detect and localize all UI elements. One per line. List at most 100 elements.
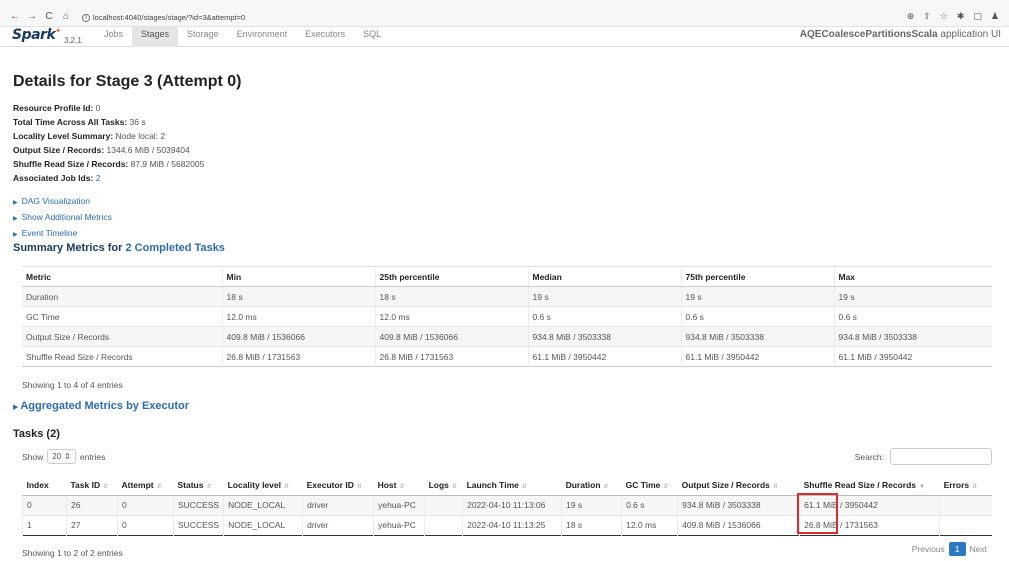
col-25th[interactable]: 25th percentile [374,266,528,287]
tab-sql[interactable]: SQL [354,27,390,47]
table-cell: Duration [22,286,222,307]
bookmark-star-icon[interactable]: ☆ [940,11,948,22]
page-1-button[interactable]: 1 [948,542,966,556]
col-duration[interactable]: Duration ⇵ [561,475,622,496]
expand-arrow-icon: ▶ [13,216,18,222]
table-cell: GC Time [22,306,222,327]
summary-header-row: Metric Min 25th percentile Median 75th p… [22,266,992,287]
table-row: Duration 18 s 18 s 19 s 19 s 19 s [22,286,992,307]
col-status[interactable]: Status ⇵ [173,475,224,496]
page-title: Details for Stage 3 (Attempt 0) [13,73,242,90]
tasks-showing: Showing 1 to 2 of 2 entries [22,548,123,558]
back-icon[interactable]: ← [10,11,20,22]
browser-toolbar: ← → C ⌂ i localhost:4040/stages/stage/?id… [0,0,1009,27]
table-cell: 0.6 s [621,494,678,515]
table-cell: 61.1 MiB / 3950442 [833,346,992,367]
toggle-dag[interactable]: ▶ DAG Visualization [13,194,112,210]
sort-icon: ⇵ [206,483,212,490]
nav-tabs: Jobs Stages Storage Environment Executor… [95,27,390,47]
col-max[interactable]: Max [833,266,992,287]
sort-icon: ⇵ [772,483,778,490]
table-cell: 2022-04-10 11:13:06 [462,494,562,515]
table-row: GC Time 12.0 ms 12.0 ms 0.6 s 0.6 s 0.6 … [22,306,992,327]
zoom-icon[interactable]: ⊕ [907,11,915,22]
table-cell [939,494,992,515]
table-cell: yehua-PC [373,514,425,535]
col-host[interactable]: Host ⇵ [373,475,425,496]
aggregated-metrics-toggle[interactable]: ▶ Aggregated Metrics by Executor [13,400,189,412]
col-executor-id[interactable]: Executor ID ⇵ [302,475,374,496]
table-cell [424,494,463,515]
browser-actions: ⊕ ⇪ ☆ ✱ ▢ ♟ [907,11,999,22]
toggle-event-timeline[interactable]: ▶ Event Timeline [13,226,112,242]
next-page-button[interactable]: Next [970,544,987,554]
col-shuffle-read[interactable]: Shuffle Read Size / Records ▼ [799,475,940,496]
col-attempt[interactable]: Attempt ⇵ [117,475,174,496]
job-id-link[interactable]: 2 [96,173,101,183]
spark-logo[interactable]: Spark✦ [12,27,61,43]
col-launch-time[interactable]: Launch Time ⇵ [462,475,562,496]
col-75th[interactable]: 75th percentile [680,266,834,287]
table-cell: 0 [117,494,174,515]
home-icon[interactable]: ⌂ [61,11,71,22]
reload-icon[interactable]: C [44,11,54,22]
sort-icon: ⇵ [399,483,405,490]
summary-table: Metric Min 25th percentile Median 75th p… [22,266,992,367]
col-median[interactable]: Median [527,266,681,287]
sort-icon: ⇵ [603,483,609,490]
table-cell: 0 [117,514,174,535]
table-cell: 409.8 MiB / 1536066 [677,514,800,535]
table-cell: 18 s [561,514,622,535]
table-cell: SUCCESS [172,494,224,515]
col-index[interactable]: Index [22,475,67,496]
col-errors[interactable]: Errors ⇵ [939,475,992,496]
table-cell: yehua-PC [373,494,425,515]
highlight-box [797,493,838,534]
tab-environment[interactable]: Environment [228,27,297,47]
prev-page-button[interactable]: Previous [912,544,945,554]
table-cell: 409.8 MiB / 1536066 [221,326,375,347]
table-cell: 26.8 MiB / 1731563 [374,346,528,367]
tab-storage[interactable]: Storage [178,27,228,47]
table-cell: 934.8 MiB / 3503338 [677,494,800,515]
table-cell: 26 [66,494,118,515]
table-cell: 27 [66,514,118,535]
table-cell: Output Size / Records [22,326,222,347]
table-cell: 0.6 s [527,306,681,327]
col-task-id[interactable]: Task ID ⇵ [66,475,118,496]
profile-icon[interactable]: ♟ [991,11,999,22]
table-cell: 61.1 MiB / 3950442 [527,346,681,367]
table-cell: 0 [22,494,67,515]
table-cell: 12.0 ms [221,306,375,327]
stage-details: Resource Profile Id: 0 Total Time Across… [13,101,204,185]
detail-job-ids: Associated Job Ids: 2 [13,173,101,183]
page-size-control: Show 20 ⇕ entries [22,449,105,464]
toggle-additional-metrics[interactable]: ▶ Show Additional Metrics [13,210,112,226]
site-info-icon[interactable]: i [82,14,90,23]
col-metric[interactable]: Metric [22,266,222,287]
tab-executors[interactable]: Executors [296,27,354,47]
extensions-icon[interactable]: ✱ [957,11,965,22]
col-gc-time[interactable]: GC Time ⇵ [621,475,678,496]
page-size-select[interactable]: 20 ⇕ [47,449,76,464]
table-cell: 934.8 MiB / 3503338 [680,326,834,347]
col-output-size[interactable]: Output Size / Records ⇵ [677,475,800,496]
sidebar-icon[interactable]: ▢ [973,11,982,22]
address-bar[interactable]: i localhost:4040/stages/stage/?id=3&attem… [82,13,245,23]
spark-navbar: Spark✦ 3.2.1 Jobs Stages Storage Environ… [0,27,1009,47]
table-cell: NODE_LOCAL [223,514,303,535]
search-input[interactable] [890,448,992,465]
tab-jobs[interactable]: Jobs [95,27,132,47]
forward-icon[interactable]: → [27,11,37,22]
sort-desc-icon: ▼ [919,483,925,490]
table-row: Shuffle Read Size / Records 26.8 MiB / 1… [22,346,992,367]
completed-tasks-link[interactable]: 2 Completed Tasks [125,242,224,254]
col-min[interactable]: Min [221,266,375,287]
url-text[interactable]: localhost:4040/stages/stage/?id=3&attemp… [93,13,245,22]
col-logs[interactable]: Logs ⇵ [424,475,463,496]
sort-icon: ⇵ [356,483,362,490]
tab-stages[interactable]: Stages [132,27,179,47]
toggles: ▶ DAG Visualization ▶ Show Additional Metr… [13,194,112,242]
share-icon[interactable]: ⇪ [923,11,931,22]
col-locality[interactable]: Locality level ⇵ [223,475,303,496]
